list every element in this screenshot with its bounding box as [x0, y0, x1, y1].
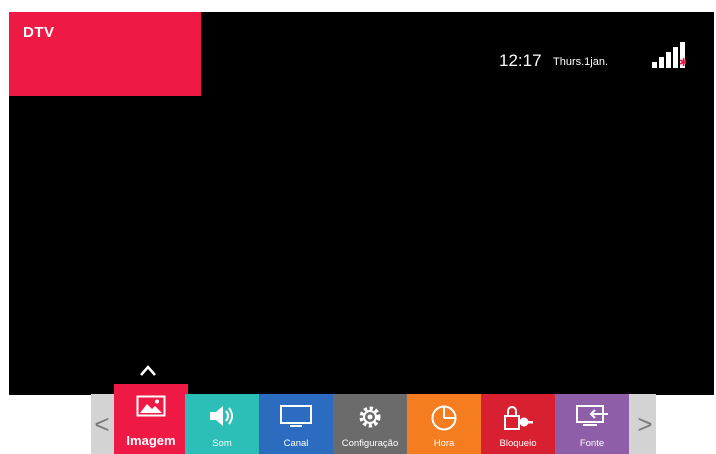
- menu-tile-label: Imagem: [126, 433, 176, 448]
- svg-text:✱: ✱: [679, 56, 686, 69]
- clock-icon: [407, 404, 481, 432]
- menu-tile-label: Canal: [283, 438, 309, 449]
- menu-tile-label: Bloqueio: [499, 438, 537, 449]
- clock-time: 12:17: [499, 51, 542, 70]
- menu-tile-label: Fonte: [579, 438, 605, 449]
- speaker-icon: [185, 404, 259, 432]
- source-label: DTV: [23, 24, 55, 41]
- monitor-icon: [259, 404, 333, 432]
- menu-prev-arrow[interactable]: <: [91, 406, 113, 442]
- menu-next-arrow[interactable]: >: [634, 406, 656, 442]
- clock-date: Thurs.1jan.: [553, 56, 609, 68]
- signal-strength-icon: ✱: [652, 42, 686, 69]
- menu-tile-bloqueio[interactable]: Bloqueio: [481, 394, 555, 454]
- menu-tile-som[interactable]: Som: [185, 394, 259, 454]
- menu-tile-label: Hora: [433, 438, 455, 449]
- menu-tile-imagem[interactable]: Imagem: [114, 384, 188, 454]
- picture-icon: [114, 395, 188, 423]
- source-badge: DTV: [9, 12, 201, 96]
- menu-tile-configuracao[interactable]: Configuração: [333, 394, 407, 454]
- lock-icon: [481, 404, 555, 432]
- gear-icon: [333, 404, 407, 432]
- input-source-icon: [555, 404, 629, 432]
- menu-tile-canal[interactable]: Canal: [259, 394, 333, 454]
- selection-caret-icon: [140, 365, 156, 376]
- menu-tile-hora[interactable]: Hora: [407, 394, 481, 454]
- menu-tile-label: Som: [212, 438, 232, 449]
- menu-tile-label: Configuração: [341, 438, 399, 449]
- settings-menu-bar: < Imagem Som Canal Configuração Hora Blo…: [91, 384, 656, 454]
- tv-screen: DTV 12:17 Thurs.1jan. ✱: [9, 12, 714, 395]
- menu-tile-fonte[interactable]: Fonte: [555, 394, 629, 454]
